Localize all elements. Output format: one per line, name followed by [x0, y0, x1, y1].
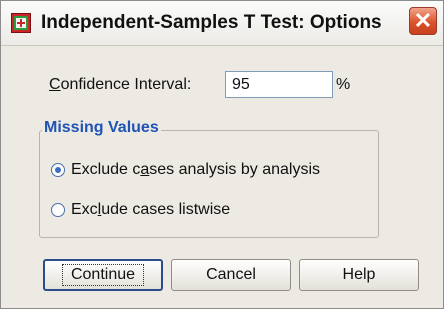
radio-label-listwise: Exclude cases listwise — [71, 201, 231, 218]
title-bar[interactable]: Independent-Samples T Test: Options ✕ — [1, 1, 443, 46]
cancel-button[interactable]: Cancel — [171, 259, 291, 291]
percent-unit: % — [336, 76, 351, 93]
continue-button-label: Continue — [61, 264, 145, 286]
confidence-interval-label: Confidence Interval: — [49, 76, 192, 93]
help-button[interactable]: Help — [299, 259, 419, 291]
close-button[interactable]: ✕ — [409, 7, 437, 35]
options-dialog: Independent-Samples T Test: Options ✕ Co… — [0, 0, 444, 309]
cancel-button-label: Cancel — [206, 266, 256, 283]
radio-exclude-analysis-by-analysis[interactable]: Exclude cases analysis by analysis — [51, 161, 320, 179]
radio-exclude-listwise[interactable]: Exclude cases listwise — [51, 201, 230, 219]
help-button-label: Help — [342, 266, 376, 283]
radio-button-selected[interactable] — [51, 163, 65, 177]
radio-button-unselected[interactable] — [51, 203, 65, 217]
window-title: Independent-Samples T Test: Options — [41, 12, 382, 33]
close-icon: ✕ — [413, 8, 433, 33]
radio-label-analysis-by-analysis: Exclude cases analysis by analysis — [71, 161, 321, 178]
spss-dialog-icon — [11, 13, 31, 33]
missing-values-legend: Missing Values — [42, 119, 161, 137]
missing-values-group — [39, 130, 379, 238]
continue-button[interactable]: Continue — [43, 259, 163, 291]
confidence-interval-input[interactable] — [225, 71, 333, 98]
